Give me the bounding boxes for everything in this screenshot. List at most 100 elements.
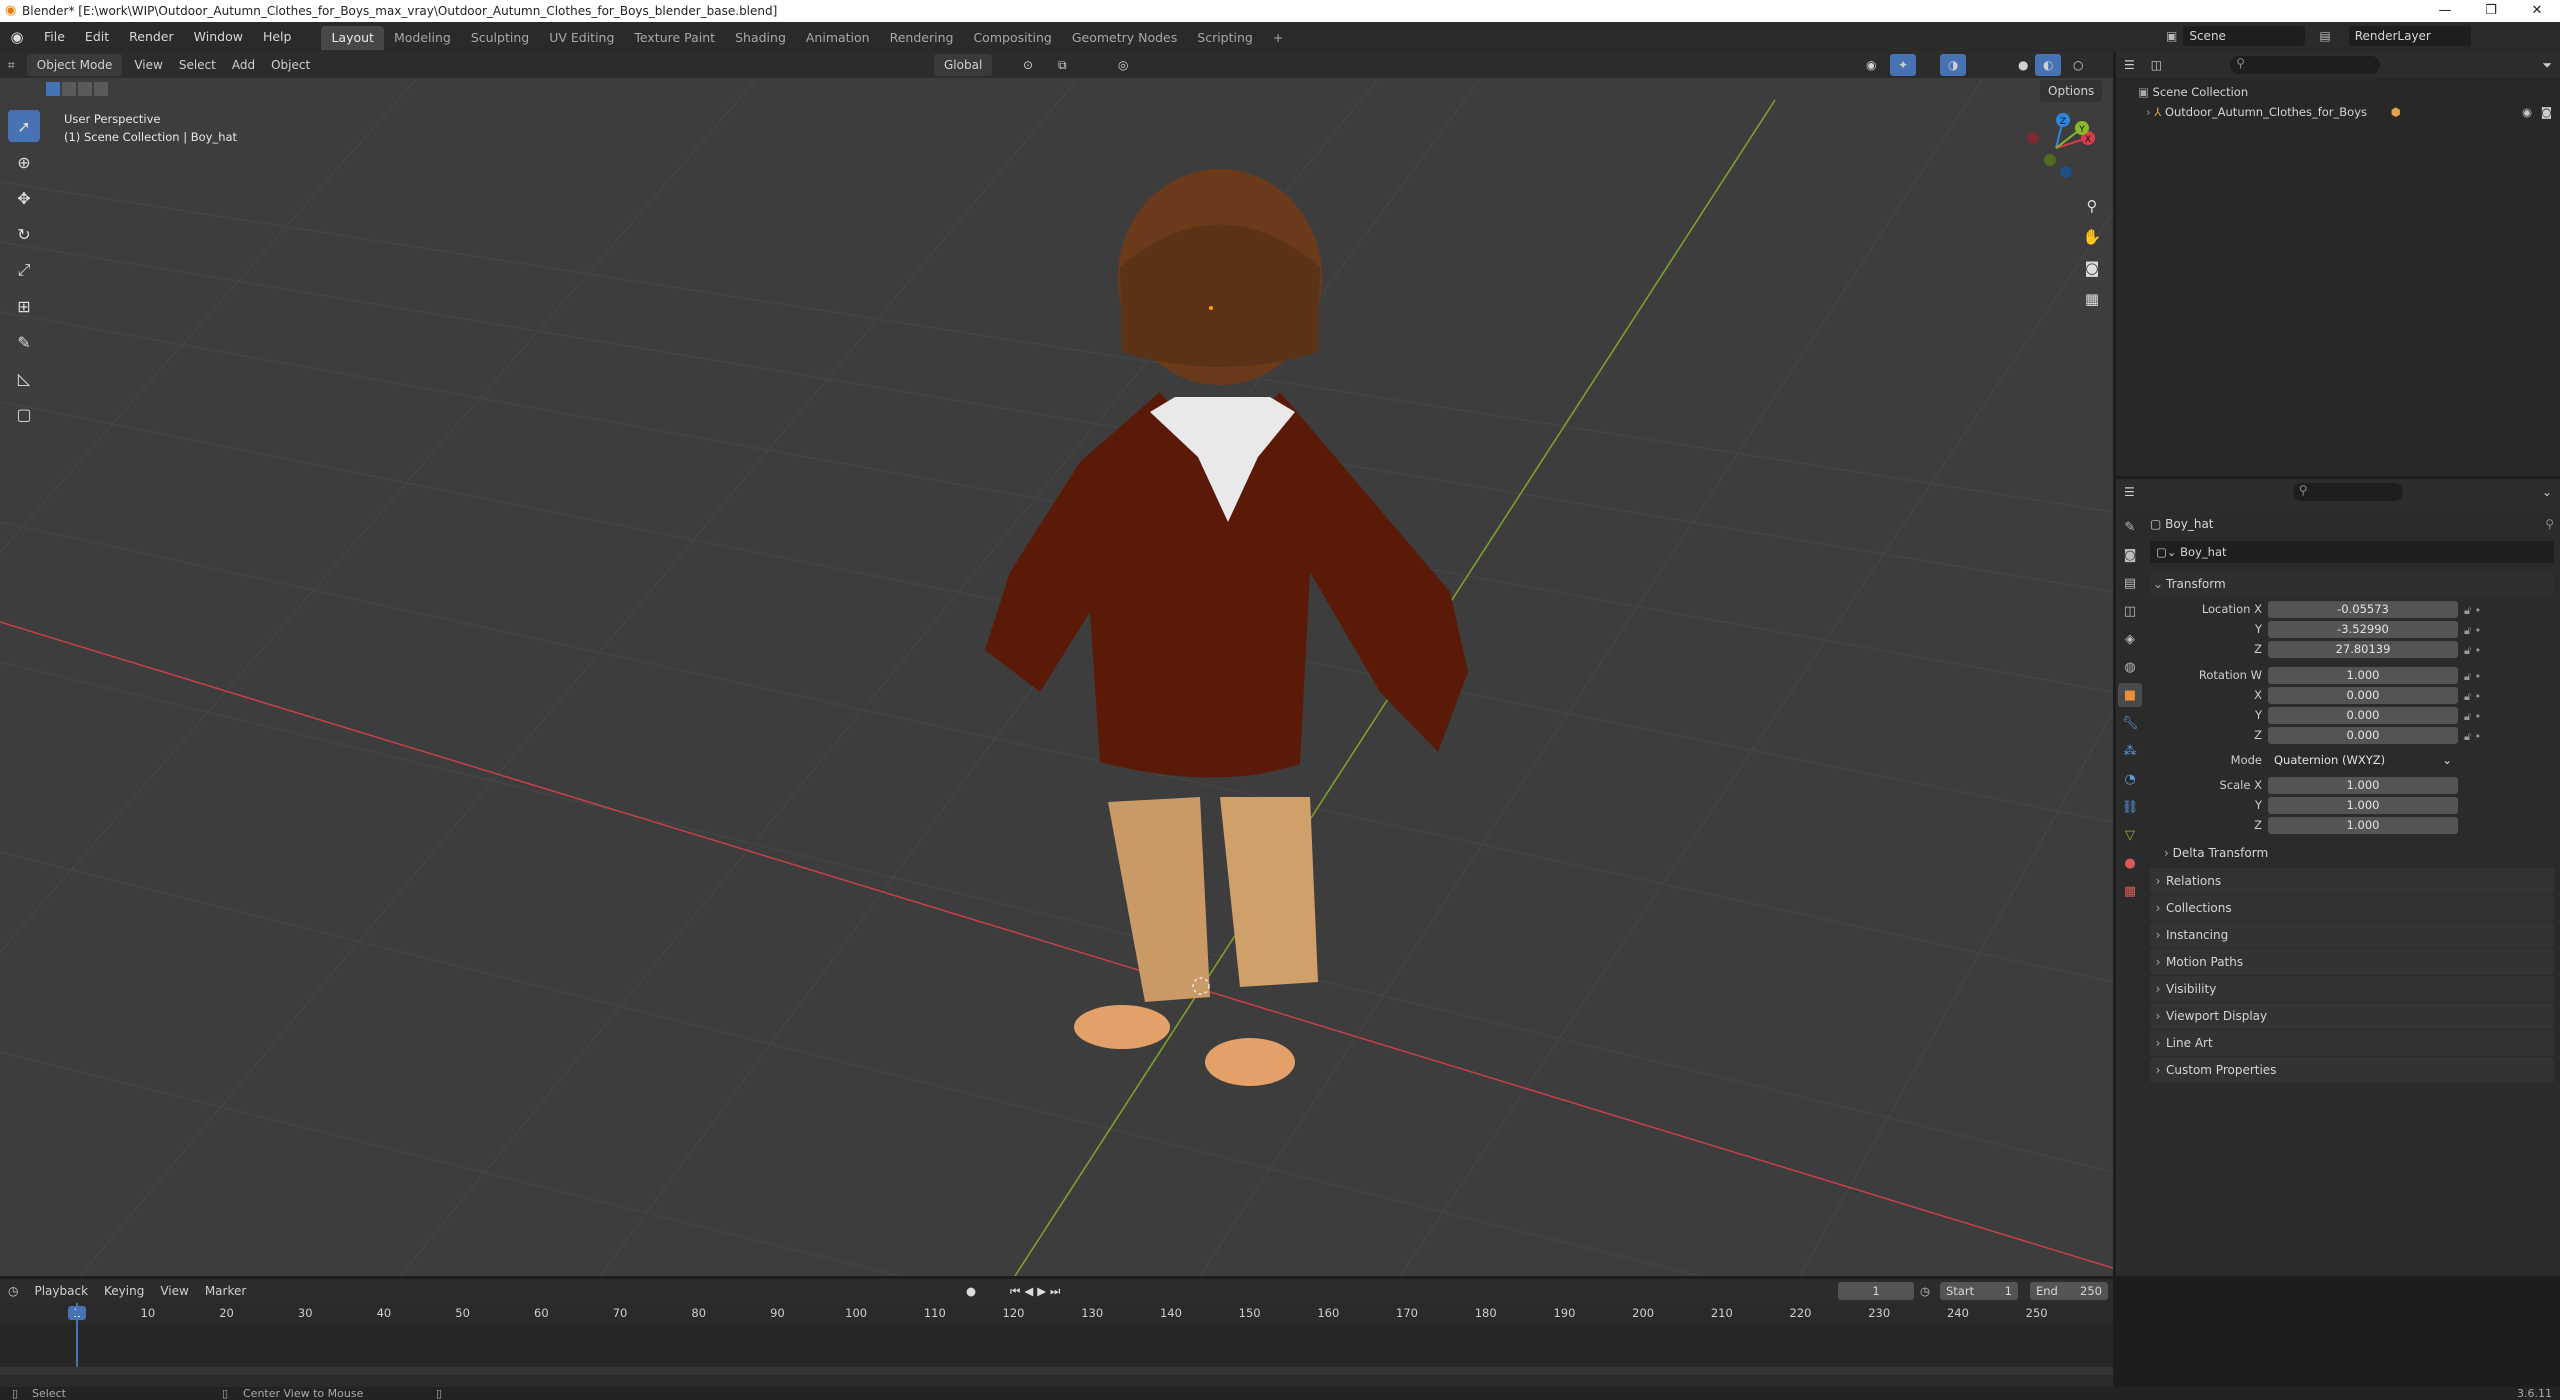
object-tab-icon[interactable]: ■ xyxy=(2118,683,2142,707)
panel-visibility[interactable]: › Visibility xyxy=(2150,976,2554,1002)
lock-icon[interactable]: 🔓︎ • xyxy=(2464,641,2481,661)
transform-tool-icon[interactable]: ⊞ xyxy=(8,290,40,322)
record-icon[interactable]: ● xyxy=(966,1284,976,1298)
editor-type-icon[interactable]: ⌗ xyxy=(0,54,23,76)
panel-collections[interactable]: › Collections xyxy=(2150,895,2554,921)
blender-menu-icon[interactable]: ◉ xyxy=(0,28,34,46)
menu-window[interactable]: Window xyxy=(184,22,253,52)
timeline-scrollbar[interactable] xyxy=(0,1367,2113,1375)
select-box-tool-icon[interactable]: ➚ xyxy=(8,110,40,142)
visibility-icon[interactable]: ◉ xyxy=(1858,54,1884,76)
rotation-x-field[interactable]: 0.000 xyxy=(2268,687,2458,704)
constraints-tab-icon[interactable]: ⛓ xyxy=(2118,795,2142,819)
tab-layout[interactable]: Layout xyxy=(321,26,384,50)
material-tab-icon[interactable]: ● xyxy=(2118,851,2142,875)
timeline-editor-icon[interactable]: ◷ xyxy=(0,1280,26,1302)
tab-scripting[interactable]: Scripting xyxy=(1187,26,1263,50)
move-tool-icon[interactable]: ✥ xyxy=(8,182,40,214)
view-menu[interactable]: View xyxy=(126,54,170,76)
menu-help[interactable]: Help xyxy=(253,22,302,52)
tab-rendering[interactable]: Rendering xyxy=(880,26,964,50)
location-z-field[interactable]: 27.80139 xyxy=(2268,641,2458,658)
pan-hand-icon[interactable]: ✋ xyxy=(2078,223,2106,251)
tab-sculpting[interactable]: Sculpting xyxy=(461,26,539,50)
options-dropdown[interactable]: Options xyxy=(2040,80,2103,102)
select-intersect-icon[interactable] xyxy=(94,82,108,96)
expand-arrow-icon[interactable]: › xyxy=(2146,105,2151,119)
lock-icon[interactable]: 🔓︎ • xyxy=(2464,707,2481,727)
panel-custom-properties[interactable]: › Custom Properties xyxy=(2150,1057,2554,1083)
keying-menu[interactable]: Keying xyxy=(96,1280,152,1302)
snap-icon[interactable]: ⧉ xyxy=(1050,54,1075,76)
scale-y-field[interactable]: 1.000 xyxy=(2268,797,2458,814)
object-mode-dropdown[interactable]: Object Mode xyxy=(26,54,123,76)
playback-menu[interactable]: Playback xyxy=(26,1280,96,1302)
panel-line-art[interactable]: › Line Art xyxy=(2150,1030,2554,1056)
object-menu[interactable]: Object xyxy=(263,54,318,76)
location-y-field[interactable]: -3.52990 xyxy=(2268,621,2458,638)
shading-material-icon[interactable]: ◐ xyxy=(2035,54,2062,76)
select-extend-icon[interactable] xyxy=(62,82,76,96)
rotate-tool-icon[interactable]: ↻ xyxy=(8,218,40,250)
add-workspace-button[interactable]: + xyxy=(1263,26,1293,50)
render-camera-icon[interactable]: ◙ xyxy=(2541,102,2552,122)
world-tab-icon[interactable]: ◍ xyxy=(2118,655,2142,679)
outliner-search-input[interactable]: ⚲ xyxy=(2230,56,2381,74)
navigation-gizmo[interactable]: Z Y X xyxy=(2016,108,2096,188)
scale-tool-icon[interactable]: ⤢ xyxy=(8,254,40,286)
lock-icon[interactable]: 🔓︎ • xyxy=(2464,727,2481,747)
modifier-tab-icon[interactable]: 🔧︎ xyxy=(2118,711,2142,735)
zoom-icon[interactable]: ⚲ xyxy=(2078,192,2106,220)
outliner-row-object[interactable]: › ⅄ Outdoor_Autumn_Clothes_for_Boys ⬢ ◉ … xyxy=(2138,102,2560,122)
transform-orientation-dropdown[interactable]: Global xyxy=(934,54,993,76)
delta-transform-subpanel[interactable]: › Delta Transform xyxy=(2164,846,2268,860)
data-tab-icon[interactable]: ▽ xyxy=(2118,823,2142,847)
panel-viewport-display[interactable]: › Viewport Display xyxy=(2150,1003,2554,1029)
render-layer-selector[interactable]: RenderLayer xyxy=(2348,26,2471,46)
lock-icon[interactable]: 🔓︎ • xyxy=(2464,601,2481,621)
menu-edit[interactable]: Edit xyxy=(75,22,119,52)
view-menu[interactable]: View xyxy=(152,1280,196,1302)
3d-viewport[interactable]: ⌗ Object Mode View Select Add Object Glo… xyxy=(0,52,2113,1276)
tab-shading[interactable]: Shading xyxy=(725,26,796,50)
start-frame-field[interactable]: Start 1 xyxy=(1940,1282,2018,1300)
rotation-w-field[interactable]: 1.000 xyxy=(2268,667,2458,684)
panel-motion-paths[interactable]: › Motion Paths xyxy=(2150,949,2554,975)
tab-uv-editing[interactable]: UV Editing xyxy=(539,26,624,50)
close-button[interactable]: ✕ xyxy=(2514,0,2560,22)
render-tab-icon[interactable]: ◙ xyxy=(2118,543,2142,567)
proportional-edit-icon[interactable]: ◎ xyxy=(1110,54,1136,76)
texture-tab-icon[interactable]: ▦ xyxy=(2118,879,2142,903)
visibility-eye-icon[interactable]: ◉ xyxy=(2522,102,2532,122)
menu-render[interactable]: Render xyxy=(119,22,184,52)
perspective-grid-icon[interactable]: ▦ xyxy=(2078,285,2106,313)
playhead-line[interactable] xyxy=(76,1303,78,1367)
location-x-field[interactable]: -0.05573 xyxy=(2268,601,2458,618)
add-cube-tool-icon[interactable]: ▢ xyxy=(8,398,40,430)
scale-x-field[interactable]: 1.000 xyxy=(2268,777,2458,794)
lock-icon[interactable]: 🔓︎ • xyxy=(2464,667,2481,687)
pivot-icon[interactable]: ⊙ xyxy=(1015,54,1041,76)
panel-instancing[interactable]: › Instancing xyxy=(2150,922,2554,948)
annotate-tool-icon[interactable]: ✎ xyxy=(8,326,40,358)
restore-button[interactable]: ❐ xyxy=(2468,0,2514,22)
scale-z-field[interactable]: 1.000 xyxy=(2268,817,2458,834)
cursor-tool-icon[interactable]: ⊕ xyxy=(8,146,40,178)
end-frame-field[interactable]: End 250 xyxy=(2030,1282,2108,1300)
object-name-field[interactable]: ▢⌄ Boy_hat xyxy=(2150,541,2554,563)
camera-view-icon[interactable]: ◙ xyxy=(2078,254,2106,282)
scene-tab-icon[interactable]: ◈ xyxy=(2118,627,2142,651)
rotation-mode-dropdown[interactable]: Quaternion (WXYZ) ⌄ xyxy=(2268,752,2458,769)
transform-panel-header[interactable]: ⌄ Transform xyxy=(2150,571,2554,597)
menu-file[interactable]: File xyxy=(34,22,75,52)
current-frame-field[interactable]: 1 xyxy=(1838,1282,1914,1300)
tab-compositing[interactable]: Compositing xyxy=(963,26,1061,50)
physics-tab-icon[interactable]: ◔ xyxy=(2118,767,2142,791)
shading-rendered-icon[interactable]: ○ xyxy=(2065,54,2091,76)
outliner-row-scene-collection[interactable]: ▣ Scene Collection xyxy=(2138,82,2560,102)
gizmo-toggle-icon[interactable]: ✦ xyxy=(1890,54,1917,76)
filter-icon[interactable]: ⏷ xyxy=(2534,58,2560,73)
rotation-y-field[interactable]: 0.000 xyxy=(2268,707,2458,724)
collapse-icon[interactable]: ⌄ xyxy=(2534,485,2560,499)
playback-controls[interactable]: ⏮◀▶⏭ xyxy=(1010,1284,1064,1299)
